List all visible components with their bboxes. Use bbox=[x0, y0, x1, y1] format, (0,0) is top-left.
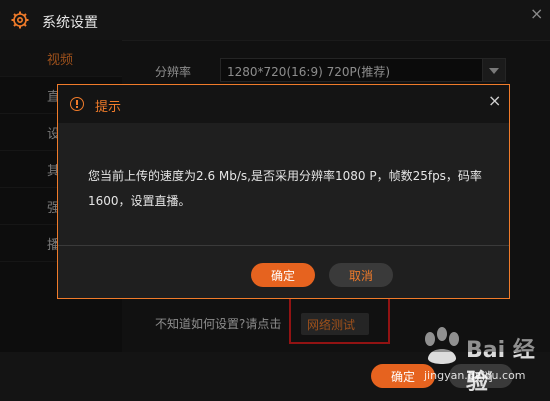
dialog-divider bbox=[58, 245, 509, 246]
dialog-cancel-label: 取消 bbox=[349, 269, 374, 283]
info-icon bbox=[70, 97, 84, 111]
title-bar: 系统设置 × bbox=[0, 0, 550, 41]
window-title: 系统设置 bbox=[42, 15, 98, 31]
close-icon[interactable]: × bbox=[488, 91, 501, 110]
gear-icon bbox=[11, 11, 29, 29]
dialog-confirm-button[interactable]: 确定 bbox=[251, 263, 315, 287]
confirm-label: 确定 bbox=[391, 370, 416, 384]
dialog-title: 提示 bbox=[95, 100, 122, 115]
watermark-domain: jingyan.baidu.com bbox=[424, 369, 526, 382]
dialog-header: 提示 × bbox=[58, 85, 509, 123]
prompt-dialog: 提示 × 您当前上传的速度为2.6 Mb/s,是否采用分辨率1080 P，帧数2… bbox=[57, 84, 510, 299]
dialog-confirm-label: 确定 bbox=[271, 269, 296, 283]
window-close-icon[interactable]: × bbox=[530, 4, 543, 23]
dialog-message: 您当前上传的速度为2.6 Mb/s,是否采用分辨率1080 P，帧数25fps，… bbox=[88, 169, 482, 208]
dialog-cancel-button[interactable]: 取消 bbox=[329, 263, 393, 287]
settings-window: 系统设置 × 视频 直 设 其 强 播 分辨率 1280*720(16:9) 7… bbox=[0, 0, 550, 401]
